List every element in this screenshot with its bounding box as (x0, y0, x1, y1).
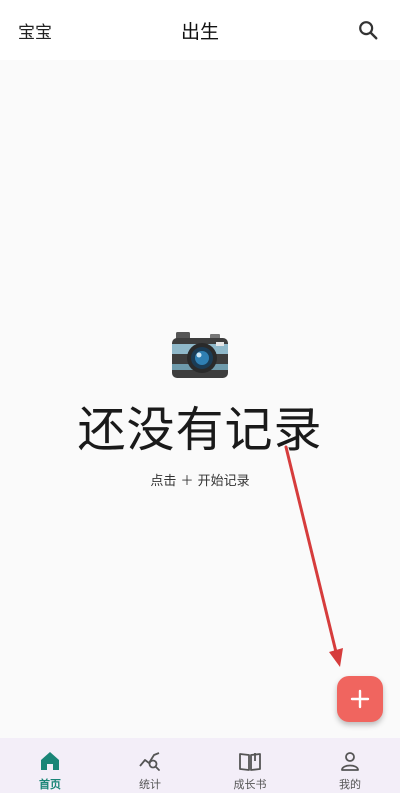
nav-label-stats: 统计 (139, 778, 161, 791)
profile-icon (341, 752, 359, 771)
nav-item-growth-book[interactable]: 成长书 (200, 738, 300, 793)
search-icon[interactable] (354, 16, 382, 44)
empty-hint: 点击 ＋ 开始记录 (150, 474, 250, 489)
page-title: 出生 (180, 21, 219, 43)
book-icon (239, 753, 261, 771)
nav-label-profile: 我的 (339, 778, 361, 791)
nav-item-stats[interactable]: 统计 (100, 738, 200, 793)
nav-item-home[interactable]: 首页 (0, 738, 100, 793)
nav-label-home: 首页 (39, 778, 61, 791)
bottom-navigation: 首页 统计 成长书 我的 (0, 738, 400, 793)
stats-icon (139, 752, 160, 771)
add-record-button[interactable] (337, 676, 383, 722)
plus-icon (350, 689, 370, 709)
baby-selector[interactable]: 宝宝 (18, 18, 52, 43)
top-app-bar: 宝宝 出生 (0, 0, 400, 60)
empty-state: 还没有记录 点击 ＋ 开始记录 (0, 330, 400, 489)
home-icon (41, 752, 59, 770)
app-screen: 宝宝 出生 还没有记录 点击 ＋ 开始记录 首页 统计 成长书 我的 (0, 0, 400, 793)
empty-title: 还没有记录 (77, 402, 323, 458)
nav-item-profile[interactable]: 我的 (300, 738, 400, 793)
nav-label-growth-book: 成长书 (233, 778, 267, 791)
camera-icon (172, 332, 228, 378)
